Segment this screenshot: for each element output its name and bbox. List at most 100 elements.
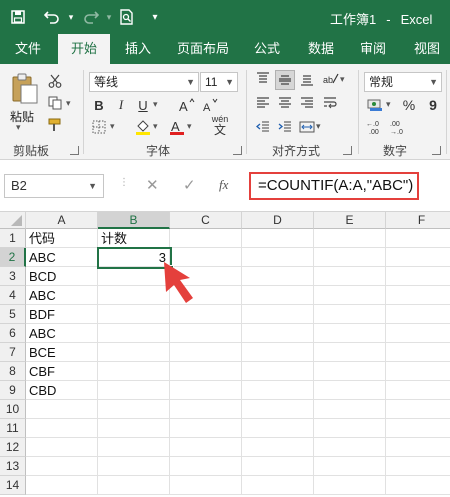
grid-cell[interactable] bbox=[242, 457, 314, 476]
format-painter-icon[interactable] bbox=[46, 116, 64, 134]
grid-cell[interactable] bbox=[26, 476, 98, 495]
grid-cell[interactable] bbox=[170, 400, 242, 419]
align-left-icon[interactable] bbox=[254, 94, 272, 112]
row-header-7[interactable]: 7 bbox=[0, 343, 26, 362]
decrease-indent-icon[interactable] bbox=[254, 118, 272, 136]
grid-cell[interactable] bbox=[242, 305, 314, 324]
grid-cell[interactable] bbox=[386, 400, 450, 419]
grid-cell[interactable] bbox=[170, 438, 242, 457]
grid-cell[interactable] bbox=[314, 419, 386, 438]
grid-cell[interactable] bbox=[26, 419, 98, 438]
number-format-combo[interactable]: 常规 ▼ bbox=[364, 72, 442, 92]
insert-function-button[interactable]: fx bbox=[219, 177, 228, 193]
paste-icon[interactable] bbox=[10, 72, 40, 106]
fill-color-icon[interactable] bbox=[134, 118, 152, 136]
worksheet-grid[interactable]: A B C D E F 1 2 3 4 5 6 7 8 9 10 11 12 1… bbox=[0, 212, 450, 497]
grid-cell[interactable] bbox=[386, 343, 450, 362]
redo-icon[interactable] bbox=[82, 8, 100, 26]
grid-cell[interactable] bbox=[386, 229, 450, 248]
grid-cell[interactable] bbox=[314, 438, 386, 457]
enter-formula-icon[interactable]: ✓ bbox=[183, 176, 196, 194]
grid-cell[interactable] bbox=[98, 476, 170, 495]
row-header-4[interactable]: 4 bbox=[0, 286, 26, 305]
grid-cell[interactable] bbox=[242, 476, 314, 495]
print-preview-icon[interactable] bbox=[118, 8, 136, 26]
number-dialog-launcher-icon[interactable] bbox=[432, 146, 441, 155]
font-name-combo[interactable]: 等线 ▼ bbox=[89, 72, 199, 92]
grid-cell[interactable] bbox=[386, 286, 450, 305]
align-center-icon[interactable] bbox=[276, 94, 294, 112]
grid-cell[interactable] bbox=[98, 438, 170, 457]
undo-icon[interactable] bbox=[43, 8, 61, 26]
paste-label[interactable]: 粘贴 bbox=[10, 108, 34, 125]
grid-cell[interactable] bbox=[170, 229, 242, 248]
column-header-e[interactable]: E bbox=[314, 212, 386, 229]
font-color-dropdown-icon[interactable]: ▾ bbox=[187, 121, 192, 132]
align-middle-icon[interactable] bbox=[275, 70, 295, 90]
row-header-11[interactable]: 11 bbox=[0, 419, 26, 438]
grid-cell[interactable] bbox=[242, 362, 314, 381]
grid-cell[interactable] bbox=[98, 419, 170, 438]
borders-dropdown-icon[interactable]: ▾ bbox=[110, 121, 115, 132]
grid-cell[interactable] bbox=[242, 381, 314, 400]
grid-cell[interactable] bbox=[314, 286, 386, 305]
grid-cell[interactable] bbox=[170, 324, 242, 343]
row-header-5[interactable]: 5 bbox=[0, 305, 26, 324]
grid-cell[interactable] bbox=[386, 381, 450, 400]
grid-cell[interactable] bbox=[242, 229, 314, 248]
column-header-c[interactable]: C bbox=[170, 212, 242, 229]
grid-cell[interactable] bbox=[314, 476, 386, 495]
redo-dropdown-icon[interactable]: ▾ bbox=[100, 8, 118, 26]
grid-cell[interactable] bbox=[98, 381, 170, 400]
grid-cell[interactable] bbox=[386, 248, 450, 267]
row-header-1[interactable]: 1 bbox=[0, 229, 26, 248]
grid-cell[interactable] bbox=[386, 457, 450, 476]
paste-dropdown-icon[interactable]: ▾ bbox=[16, 122, 21, 133]
grid-cell[interactable] bbox=[98, 362, 170, 381]
orientation-icon[interactable]: ab bbox=[322, 70, 340, 88]
orientation-dropdown-icon[interactable]: ▾ bbox=[340, 74, 345, 85]
tab-data[interactable]: 数据 bbox=[300, 34, 342, 64]
increase-font-size-icon[interactable]: A bbox=[178, 96, 196, 114]
grid-cell[interactable] bbox=[314, 229, 386, 248]
column-header-b[interactable]: B bbox=[98, 212, 170, 229]
grid-cell[interactable] bbox=[314, 400, 386, 419]
tab-formulas[interactable]: 公式 bbox=[246, 34, 288, 64]
select-all-corner[interactable] bbox=[0, 212, 26, 229]
undo-dropdown-icon[interactable]: ▾ bbox=[62, 8, 80, 26]
row-header-6[interactable]: 6 bbox=[0, 324, 26, 343]
copy-dropdown-icon[interactable]: ▾ bbox=[66, 98, 71, 109]
row-header-10[interactable]: 10 bbox=[0, 400, 26, 419]
grid-cell[interactable] bbox=[386, 419, 450, 438]
grid-cell[interactable] bbox=[386, 362, 450, 381]
font-color-icon[interactable]: A bbox=[168, 118, 186, 136]
grid-cell[interactable] bbox=[386, 305, 450, 324]
row-header-9[interactable]: 9 bbox=[0, 381, 26, 400]
grid-cell[interactable] bbox=[242, 400, 314, 419]
cell-a5[interactable]: BDF bbox=[26, 305, 98, 324]
grid-cell[interactable] bbox=[242, 267, 314, 286]
cell-b1[interactable]: 计数 bbox=[98, 229, 170, 248]
cell-a6[interactable]: ABC bbox=[26, 324, 98, 343]
wrap-text-icon[interactable] bbox=[322, 94, 340, 112]
grid-cell[interactable] bbox=[170, 457, 242, 476]
tab-file[interactable]: 文件 bbox=[8, 34, 48, 64]
name-box[interactable]: B2 ▼ bbox=[4, 174, 104, 198]
grid-cell[interactable] bbox=[170, 419, 242, 438]
grid-cell[interactable] bbox=[386, 476, 450, 495]
row-header-14[interactable]: 14 bbox=[0, 476, 26, 495]
cell-a8[interactable]: CBF bbox=[26, 362, 98, 381]
row-header-13[interactable]: 13 bbox=[0, 457, 26, 476]
clipboard-dialog-launcher-icon[interactable] bbox=[70, 146, 79, 155]
merge-dropdown-icon[interactable]: ▾ bbox=[316, 121, 321, 132]
grid-cell[interactable] bbox=[26, 438, 98, 457]
comma-style-button[interactable]: 9 bbox=[424, 96, 442, 114]
italic-button[interactable]: I bbox=[112, 96, 130, 114]
tab-insert[interactable]: 插入 bbox=[117, 34, 159, 64]
alignment-dialog-launcher-icon[interactable] bbox=[343, 146, 352, 155]
grid-cell[interactable] bbox=[242, 438, 314, 457]
cell-a9[interactable]: CBD bbox=[26, 381, 98, 400]
grid-cell[interactable] bbox=[26, 400, 98, 419]
decrease-font-size-icon[interactable]: A bbox=[202, 96, 220, 114]
grid-cell[interactable] bbox=[386, 267, 450, 286]
